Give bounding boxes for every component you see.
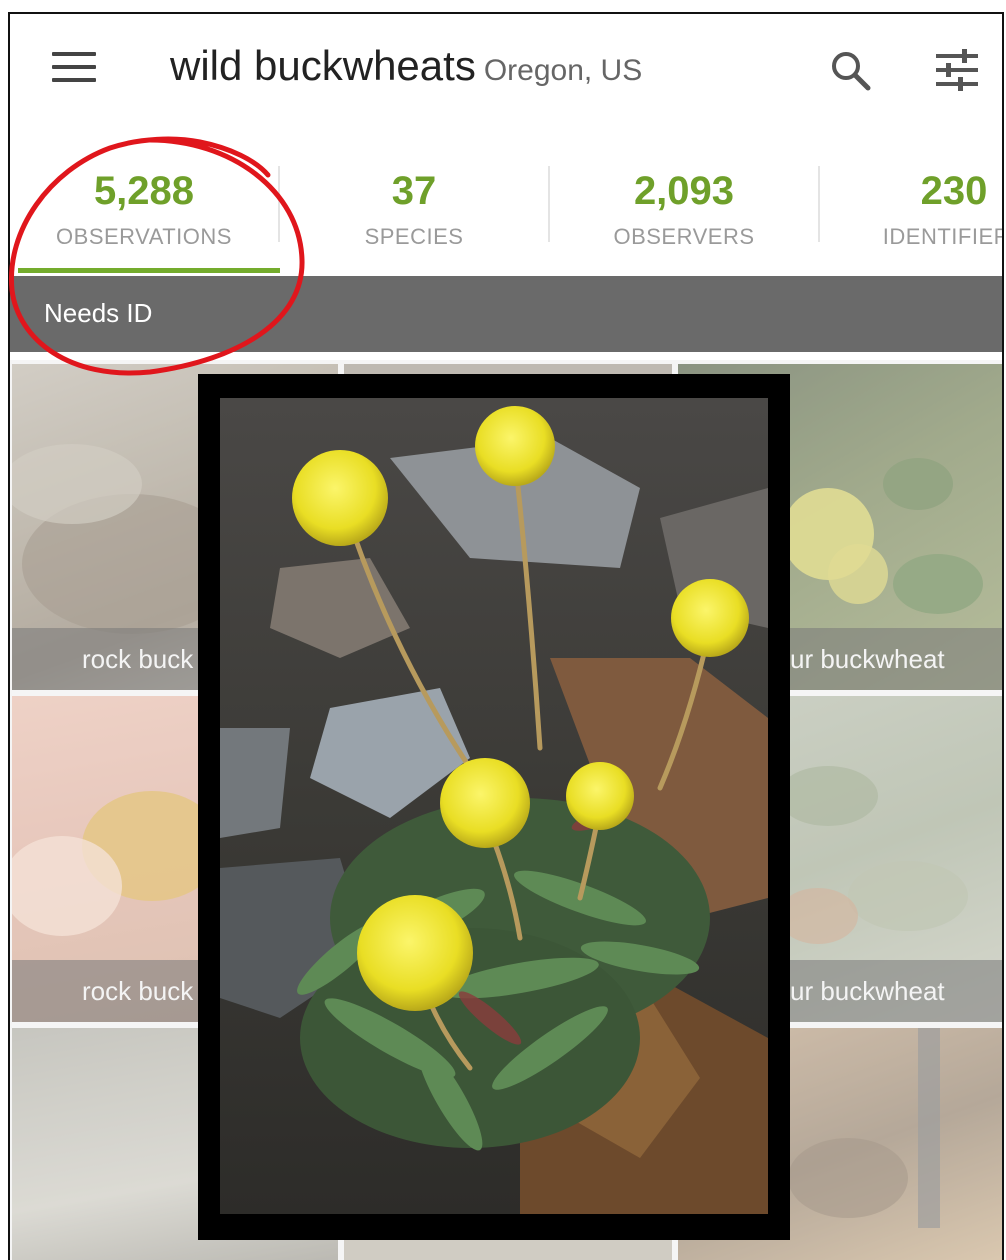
observers-count: 2,093 [633, 169, 735, 213]
identifiers-label: IDENTIFIERS [882, 224, 1002, 249]
species-count: 37 [391, 169, 437, 213]
tab-observers[interactable]: 2,093 OBSERVERS [550, 154, 818, 274]
overlay-photo-frame [198, 374, 790, 1240]
filter-bar[interactable]: Needs ID [10, 276, 1002, 352]
stats-tabs: 5,288 OBSERVATIONS 37 SPECIES 2,093 OBSE… [10, 154, 1002, 274]
observers-label: OBSERVERS [613, 224, 755, 249]
tab-identifiers[interactable]: 230 IDENTIFIERS [820, 154, 1002, 274]
tile-caption: ur buckwheat [790, 644, 945, 674]
tile-caption: ur buckwheat [790, 976, 945, 1006]
taxon-name: wild buckwheats [170, 42, 476, 89]
filter-label: Needs ID [44, 298, 153, 328]
tab-species[interactable]: 37 SPECIES [280, 154, 548, 274]
menu-icon[interactable] [52, 52, 96, 86]
species-label: SPECIES [364, 224, 464, 249]
buckwheat-photo [220, 398, 768, 1214]
search-icon[interactable] [828, 48, 872, 92]
tune-icon[interactable] [934, 48, 980, 92]
identifiers-count: 230 [920, 169, 988, 213]
tile-caption: rock buck [82, 644, 194, 674]
observations-label: OBSERVATIONS [56, 224, 232, 249]
place-name: Oregon, US [483, 54, 643, 87]
tab-observations[interactable]: 5,288 OBSERVATIONS [10, 154, 278, 274]
active-tab-indicator [18, 268, 280, 273]
page-title: wild buckwheats Oregon, US [170, 42, 642, 90]
observations-count: 5,288 [93, 169, 195, 213]
tile-caption: rock buck [82, 976, 194, 1006]
app-bar: wild buckwheats Oregon, US [10, 14, 1002, 134]
